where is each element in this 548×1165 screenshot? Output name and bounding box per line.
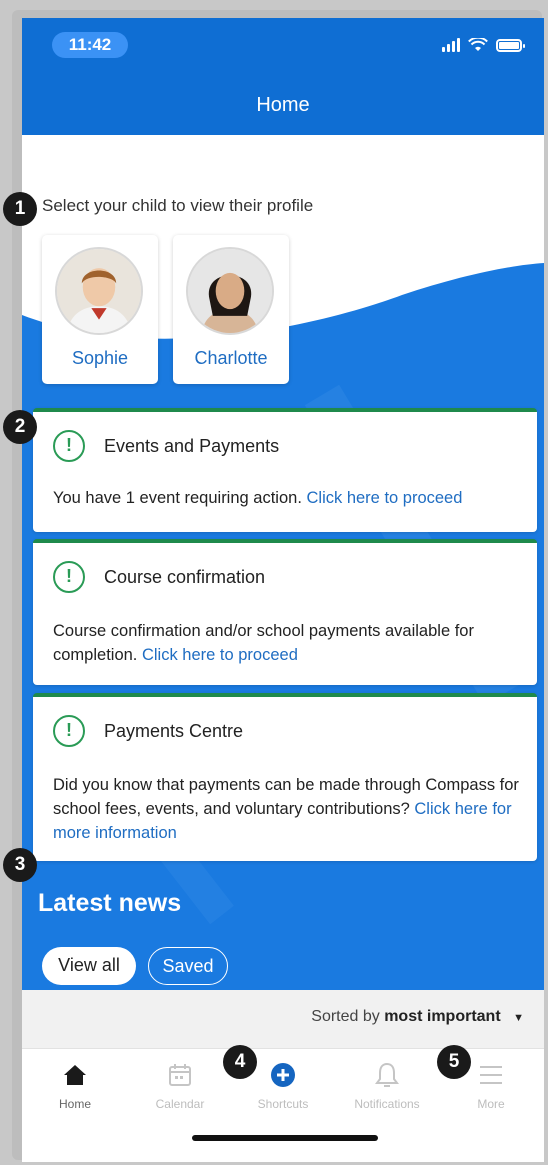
annotation-badge-5: 5 [437,1045,471,1079]
child-card-sophie[interactable]: Sophie [42,235,158,384]
card-title: Course confirmation [104,567,266,587]
home-icon [30,1059,120,1091]
card-course-confirmation: ! Course confirmation Course confirmatio… [33,539,537,685]
card-body: You have 1 event requiring action. Click… [53,489,463,507]
avatar [55,247,143,335]
main-content: Select your child to view their profile … [22,135,544,990]
saved-button[interactable]: Saved [148,947,228,985]
alert-icon: ! [53,715,85,747]
header: 11:42 Home [22,18,544,135]
caret-down-icon: ▼ [513,1012,524,1024]
alert-icon: ! [53,561,85,593]
tab-notifications[interactable]: Notifications [342,1059,432,1111]
sort-bar: Sorted by most important ▼ [22,990,544,1048]
card-title: Payments Centre [104,721,244,741]
card-title: Events and Payments [104,436,280,456]
battery-icon [496,39,525,52]
status-icons [442,36,525,52]
calendar-icon [135,1059,225,1091]
tab-home[interactable]: Home [30,1059,120,1111]
annotation-badge-3: 3 [3,848,37,882]
tab-calendar[interactable]: Calendar [135,1059,225,1111]
phone-screen: 11:42 Home Select your child to view the… [22,18,544,1162]
card-payments-centre: ! Payments Centre Did you know that paym… [33,693,537,861]
home-indicator [192,1135,378,1141]
wifi-icon [468,36,488,52]
child-name: Sophie [71,348,129,368]
sort-dropdown[interactable]: Sorted by most important ▼ [311,1008,524,1026]
child-select-prompt: Select your child to view their profile [42,196,314,215]
view-all-button[interactable]: View all [42,947,136,985]
annotation-badge-4: 4 [223,1045,257,1079]
latest-news-heading: Latest news [38,889,182,917]
card-body: Course confirmation and/or school paymen… [53,622,474,664]
child-card-charlotte[interactable]: Charlotte [173,235,289,384]
child-name: Charlotte [194,348,268,368]
card-events-payments: ! Events and Payments You have 1 event r… [33,408,537,532]
page-title: Home [256,94,310,116]
alert-icon: ! [53,430,85,462]
signal-icon [442,38,460,52]
proceed-link[interactable]: Click here to proceed [142,646,298,664]
annotation-badge-2: 2 [3,410,37,444]
card-body: Did you know that payments can be made t… [53,776,519,842]
avatar [186,247,274,335]
status-time: 11:42 [52,32,128,58]
annotation-badge-1: 1 [3,192,37,226]
bell-icon [342,1059,432,1091]
proceed-link[interactable]: Click here to proceed [307,489,463,507]
